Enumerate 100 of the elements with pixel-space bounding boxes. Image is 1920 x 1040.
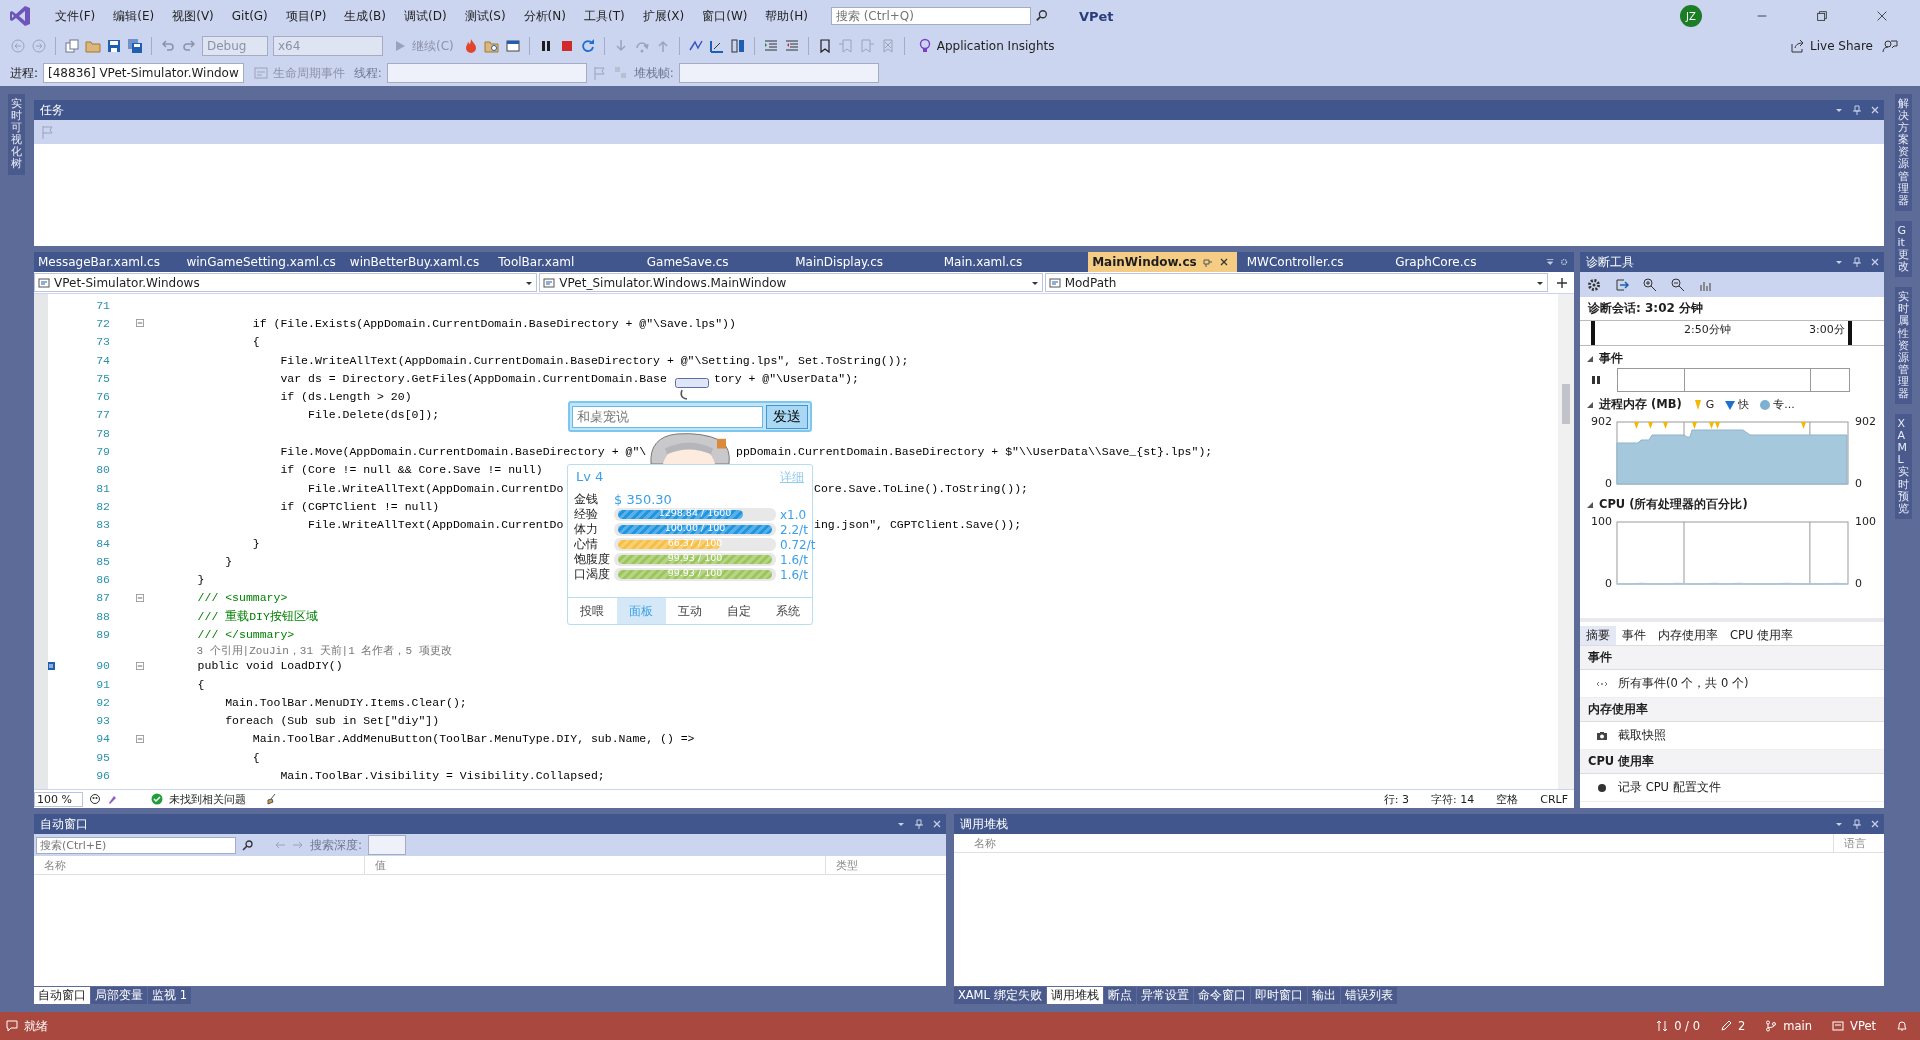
file-tab[interactable]: GameSave.cs — [642, 252, 786, 272]
menu-item[interactable]: 扩展(X) — [633, 4, 694, 28]
search-field[interactable]: 搜索 (Ctrl+Q) — [830, 7, 1031, 25]
scrollbar[interactable] — [1558, 294, 1574, 789]
navigation-dropdown[interactable]: ModPath — [1044, 273, 1548, 292]
pin-icon[interactable] — [1852, 105, 1862, 115]
side-tab[interactable]: XAML 实时预览 — [1894, 414, 1912, 519]
side-tab[interactable]: 解决方案资源管理器 — [1894, 94, 1912, 211]
send-button[interactable]: 发送 — [766, 404, 808, 429]
menu-item[interactable]: 窗口(W) — [693, 4, 757, 28]
diagnostics-tab[interactable]: 摘要 — [1580, 626, 1616, 645]
panel-tab[interactable]: 即时窗口 — [1250, 987, 1307, 1004]
pet-tab[interactable]: 互动 — [665, 598, 715, 624]
diagnostics-tab[interactable]: CPU 使用率 — [1724, 626, 1800, 645]
pin-icon[interactable] — [1852, 257, 1862, 267]
zoom-dropdown[interactable]: 100 % — [34, 791, 83, 807]
sync-status[interactable]: 0 / 0 — [1674, 1019, 1700, 1033]
menu-item[interactable]: 编辑(E) — [104, 4, 164, 28]
settings-icon[interactable] — [1586, 276, 1602, 293]
save-icon[interactable] — [106, 38, 122, 54]
pin-icon[interactable] — [1202, 257, 1213, 267]
zoom-in-icon[interactable] — [1642, 276, 1658, 293]
user-avatar[interactable]: JZ — [1680, 5, 1702, 27]
action-link[interactable]: 所有事件(0 个，共 0 个) — [1618, 676, 1749, 691]
close-icon[interactable] — [1875, 9, 1889, 23]
chat-icon[interactable] — [6, 1020, 18, 1032]
close-icon[interactable] — [931, 819, 942, 829]
panel-tab[interactable]: 监视 1 — [148, 987, 191, 1004]
menu-item[interactable]: 调试(D) — [395, 4, 456, 28]
scroll-thumb[interactable] — [1562, 384, 1570, 424]
column-header[interactable]: 值 — [365, 856, 826, 874]
file-tab[interactable]: MWController.cs — [1242, 252, 1386, 272]
panel-tab[interactable]: 断点 — [1103, 987, 1136, 1004]
panel-tab[interactable]: 异常设置 — [1136, 987, 1193, 1004]
timeline-ruler[interactable]: 2:50分钟 3:00分 — [1580, 320, 1884, 346]
close-icon[interactable] — [1870, 257, 1880, 267]
ruler-icon[interactable] — [708, 38, 725, 54]
pin-icon[interactable] — [1852, 819, 1862, 829]
bell-icon[interactable] — [1896, 1020, 1908, 1032]
panel-tab[interactable]: 自动窗口 — [34, 987, 90, 1004]
insights-button[interactable]: Application Insights — [912, 38, 1059, 54]
side-tab[interactable]: Git 更改 — [1894, 220, 1912, 278]
redo-icon[interactable] — [181, 38, 197, 54]
side-tab[interactable]: 实时可视化树 — [7, 94, 25, 175]
broom-icon[interactable] — [265, 793, 278, 805]
column-header[interactable]: 语言 — [1834, 834, 1884, 852]
issues-status[interactable]: 未找到相关问题 — [168, 791, 246, 807]
file-tab[interactable]: ToolBar.xaml — [494, 252, 637, 272]
outdent-icon[interactable] — [783, 38, 800, 54]
repository-name[interactable]: VPet — [1850, 1019, 1876, 1033]
panel-tab[interactable]: 输出 — [1307, 987, 1340, 1004]
file-tab[interactable]: winBetterBuy.xaml.cs — [345, 252, 489, 272]
restore-icon[interactable] — [1815, 9, 1829, 23]
collapse-icon[interactable] — [1586, 354, 1594, 363]
caret-icon[interactable] — [1545, 257, 1554, 267]
menu-item[interactable]: 分析(N) — [514, 4, 575, 28]
column-header[interactable]: 名称 — [34, 856, 365, 874]
brush-icon[interactable] — [106, 793, 119, 805]
column-header[interactable]: 名称 — [953, 834, 1834, 852]
spacing-indicator[interactable]: 空格 — [1496, 791, 1519, 807]
menu-item[interactable]: 帮助(H) — [756, 4, 817, 28]
column-indicator[interactable]: 字符: 14 — [1431, 791, 1475, 807]
feedback-icon[interactable] — [1882, 38, 1898, 54]
pin-icon[interactable] — [913, 819, 924, 829]
restart-icon[interactable] — [579, 38, 596, 54]
panel-tab[interactable]: 错误列表 — [1340, 987, 1397, 1004]
action-link[interactable]: 截取快照 — [1618, 728, 1666, 743]
side-tab[interactable]: 实时属性资源管理器 — [1894, 287, 1912, 405]
menu-item[interactable]: 项目(P) — [276, 4, 336, 28]
collapse-icon[interactable] — [1586, 500, 1594, 509]
hair-clip-drawing[interactable] — [675, 378, 709, 400]
settings-icon[interactable] — [1559, 257, 1568, 267]
panel-tab[interactable]: 命令窗口 — [1193, 987, 1250, 1004]
pet-figure-drawing[interactable] — [647, 433, 731, 464]
pet-tab[interactable]: 自定 — [714, 598, 764, 624]
file-tab[interactable]: MainDisplay.cs — [791, 252, 934, 272]
close-icon[interactable] — [1870, 105, 1880, 115]
navigation-dropdown[interactable]: VPet-Simulator.Windows — [34, 273, 538, 292]
diagnostics-tab[interactable]: 内存使用率 — [1652, 626, 1724, 645]
process-dropdown[interactable]: [48836] VPet-Simulator.Window — [43, 63, 244, 83]
split-icon[interactable] — [1556, 276, 1568, 289]
menu-item[interactable]: 文件(F) — [46, 4, 105, 28]
undo-icon[interactable] — [160, 38, 176, 54]
action-link[interactable]: 记录 CPU 配置文件 — [1618, 780, 1721, 795]
folder-search-icon[interactable] — [483, 38, 500, 54]
chat-input[interactable]: 和桌宠说 — [572, 405, 763, 428]
navigation-dropdown[interactable]: VPet_Simulator.Windows.MainWindow — [539, 273, 1043, 292]
branch-name[interactable]: main — [1783, 1019, 1812, 1033]
pause-icon[interactable] — [1590, 374, 1602, 386]
file-tab[interactable]: MainWindow.cs — [1088, 252, 1237, 272]
columns-icon[interactable] — [729, 38, 746, 54]
line-indicator[interactable]: 行: 3 — [1383, 791, 1409, 807]
close-icon[interactable] — [1218, 257, 1229, 267]
panel-tab[interactable]: XAML 绑定失败 — [953, 987, 1046, 1004]
file-tab[interactable]: winGameSetting.xaml.cs — [182, 252, 340, 272]
panel-tab[interactable]: 局部变量 — [91, 987, 147, 1004]
file-tab[interactable]: Main.xaml.cs — [939, 252, 1083, 272]
live-share-button[interactable]: Live Share — [1786, 38, 1877, 54]
search-field[interactable]: 搜索(Ctrl+E) — [36, 836, 236, 854]
window-icon[interactable] — [504, 38, 521, 54]
